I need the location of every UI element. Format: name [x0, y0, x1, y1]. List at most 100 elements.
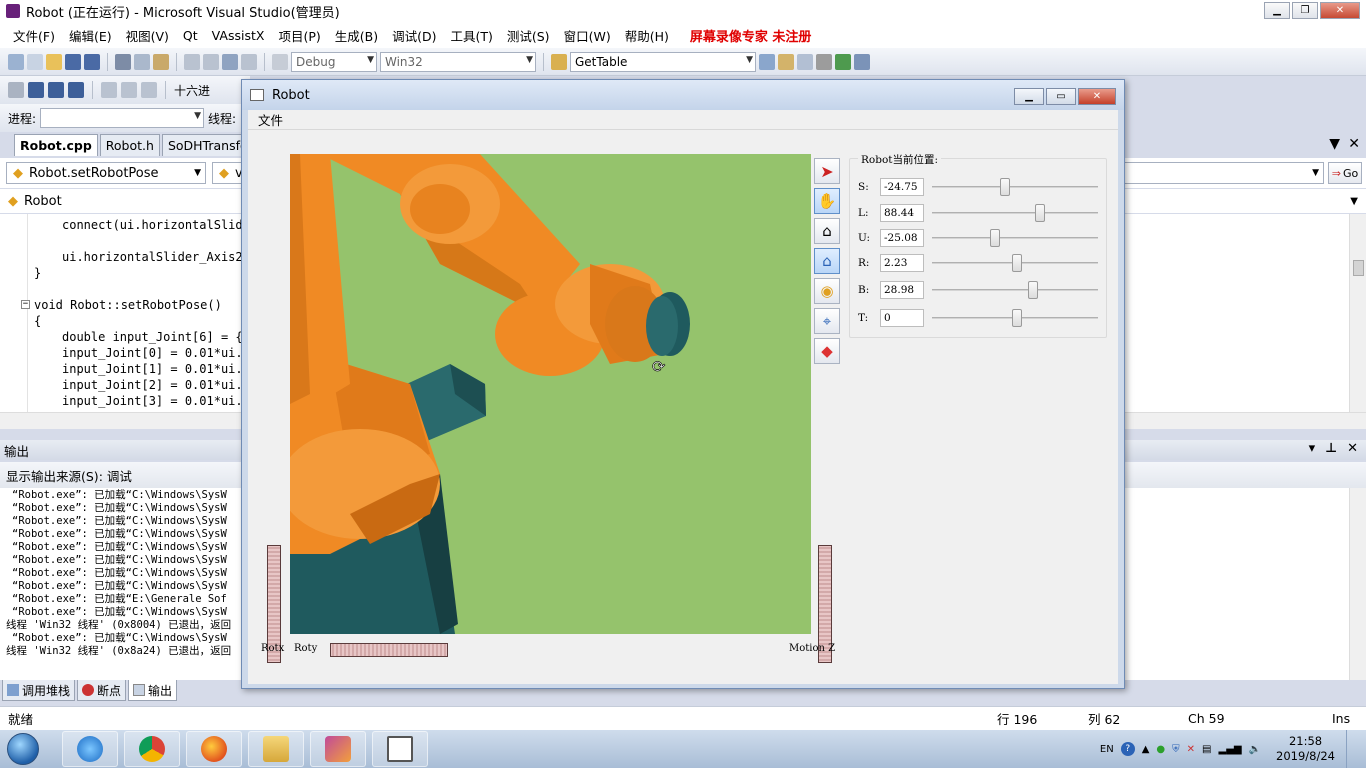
menu-build[interactable]: 生成(B) — [328, 26, 385, 45]
continue-icon[interactable] — [8, 82, 24, 98]
view-all-button[interactable]: ◉ — [814, 278, 840, 304]
tab-breakpoints[interactable]: 断点 — [77, 680, 127, 701]
step-into-icon[interactable] — [101, 82, 117, 98]
start-page-icon[interactable] — [835, 53, 851, 70]
object-browser-icon[interactable] — [797, 53, 813, 70]
restart-icon[interactable] — [68, 82, 84, 98]
function-combo[interactable]: ◆ Robot.setRobotPose ▼ — [6, 162, 206, 184]
joint-slider[interactable] — [932, 178, 1098, 196]
minimize-button[interactable]: ▁ — [1264, 2, 1290, 19]
robot-maximize-button[interactable]: ▭ — [1046, 88, 1076, 105]
menu-tools[interactable]: 工具(T) — [443, 26, 499, 45]
hex-toggle[interactable]: 十六进 — [174, 82, 210, 99]
joint-slider[interactable] — [932, 229, 1098, 247]
tab-call-stack[interactable]: 调用堆栈 — [2, 680, 76, 701]
maximize-button[interactable]: ❐ — [1292, 2, 1318, 19]
volume-icon[interactable]: 🔈 — [1249, 744, 1261, 755]
security-shield-icon[interactable]: ⛨ — [1172, 744, 1180, 755]
platform-combo[interactable]: Win32 ▼ — [380, 51, 536, 72]
save-all-icon[interactable] — [84, 53, 100, 70]
output-source-label[interactable]: 显示输出来源(S): 调试 — [6, 466, 132, 485]
find-in-files-icon[interactable] — [551, 53, 567, 70]
panel-dropdown-icon[interactable]: ▾ — [1309, 441, 1316, 456]
joint-value-field[interactable]: 2.23 — [880, 254, 924, 272]
cut-icon[interactable] — [115, 53, 131, 70]
tab-list-dropdown-icon[interactable]: ▼ — [1329, 136, 1340, 152]
solution-explorer-icon[interactable] — [759, 53, 775, 70]
menu-edit[interactable]: 编辑(E) — [62, 26, 119, 45]
taskbar-firefox[interactable] — [186, 731, 242, 767]
signal-icon[interactable]: ▂▄▆ — [1219, 744, 1242, 755]
menu-window[interactable]: 窗口(W) — [557, 26, 618, 45]
undo-icon[interactable] — [184, 53, 200, 70]
joint-slider[interactable] — [932, 281, 1098, 299]
tray-expand-icon[interactable]: ▲ — [1142, 744, 1150, 755]
taskbar-visual-studio[interactable] — [310, 731, 366, 767]
config-combo[interactable]: Debug ▼ — [291, 51, 377, 72]
help-icon[interactable]: ? — [1120, 742, 1135, 756]
roty-wheel[interactable] — [330, 643, 448, 657]
menu-help[interactable]: 帮助(H) — [618, 26, 676, 45]
editor-vertical-scrollbar[interactable] — [1349, 214, 1366, 412]
navigate-back-icon[interactable] — [222, 53, 238, 70]
taskbar-explorer[interactable] — [248, 731, 304, 767]
navigate-forward-icon[interactable] — [241, 53, 257, 70]
go-button[interactable]: ⇒ Go — [1328, 162, 1362, 184]
find-combo[interactable]: GetTable ▼ — [570, 51, 756, 72]
language-indicator[interactable]: EN — [1100, 744, 1114, 755]
wechat-icon[interactable]: ● — [1156, 744, 1165, 755]
menu-view[interactable]: 视图(V) — [119, 26, 176, 45]
tab-robot-h[interactable]: Robot.h — [99, 134, 160, 156]
class-bar-dropdown-icon[interactable]: ▼ — [1350, 196, 1358, 207]
clipboard-icon[interactable]: ▤ — [1202, 744, 1211, 755]
pin-icon[interactable]: ⊥ — [1325, 441, 1337, 456]
properties-icon[interactable] — [778, 53, 794, 70]
menu-vassistx[interactable]: VAssistX — [205, 28, 272, 43]
paste-icon[interactable] — [153, 53, 169, 70]
menu-qt[interactable]: Qt — [176, 28, 205, 43]
taskbar-robot-app[interactable] — [372, 731, 428, 767]
seek-button[interactable]: ⌖ — [814, 308, 840, 334]
slider-thumb[interactable] — [1011, 309, 1022, 327]
open-folder-icon[interactable] — [46, 53, 62, 70]
slider-thumb[interactable] — [1028, 281, 1039, 299]
collapse-toggle[interactable]: − — [21, 300, 30, 309]
home-view-button[interactable]: ⌂ — [814, 218, 840, 244]
robot-menu-file[interactable]: 文件 — [258, 110, 283, 129]
clock[interactable]: 21:58 2019/8/24 — [1276, 734, 1335, 764]
output-vertical-scrollbar[interactable] — [1349, 488, 1366, 680]
copy-icon[interactable] — [134, 53, 150, 70]
menu-test[interactable]: 测试(S) — [500, 26, 557, 45]
redo-icon[interactable] — [203, 53, 219, 70]
robot-minimize-button[interactable]: ▁ — [1014, 88, 1044, 105]
add-item-icon[interactable] — [27, 53, 43, 70]
start-button[interactable] — [0, 730, 46, 768]
menu-file[interactable]: 文件(F) — [6, 26, 62, 45]
joint-slider[interactable] — [932, 204, 1098, 222]
step-out-icon[interactable] — [141, 82, 157, 98]
slider-thumb[interactable] — [990, 229, 1001, 247]
joint-value-field[interactable]: -25.08 — [880, 229, 924, 247]
tab-robot-cpp[interactable]: Robot.cpp — [14, 134, 98, 156]
joint-value-field[interactable]: 28.98 — [880, 281, 924, 299]
joint-value-field[interactable]: 88.44 — [880, 204, 924, 222]
menu-project[interactable]: 项目(P) — [271, 26, 327, 45]
taskbar-ie[interactable] — [62, 731, 118, 767]
network-blocked-icon[interactable]: ✕ — [1187, 744, 1195, 755]
tab-output[interactable]: 输出 — [128, 680, 178, 701]
process-combo[interactable]: ▼ — [40, 108, 205, 128]
close-tab-icon[interactable]: ✕ — [1348, 136, 1360, 152]
menu-debug[interactable]: 调试(D) — [385, 26, 443, 45]
slider-thumb[interactable] — [1000, 178, 1011, 196]
new-project-icon[interactable] — [8, 53, 24, 70]
select-mode-button[interactable]: ➤ — [814, 158, 840, 184]
view-mode-button[interactable]: ✋ — [814, 188, 840, 214]
command-window-icon[interactable] — [854, 53, 870, 70]
toolbox-icon[interactable] — [816, 53, 832, 70]
taskbar-chrome[interactable] — [124, 731, 180, 767]
joint-value-field[interactable]: -24.75 — [880, 178, 924, 196]
joint-slider[interactable] — [932, 309, 1098, 327]
projection-button[interactable]: ◆ — [814, 338, 840, 364]
save-icon[interactable] — [65, 53, 81, 70]
joint-slider[interactable] — [932, 254, 1098, 272]
